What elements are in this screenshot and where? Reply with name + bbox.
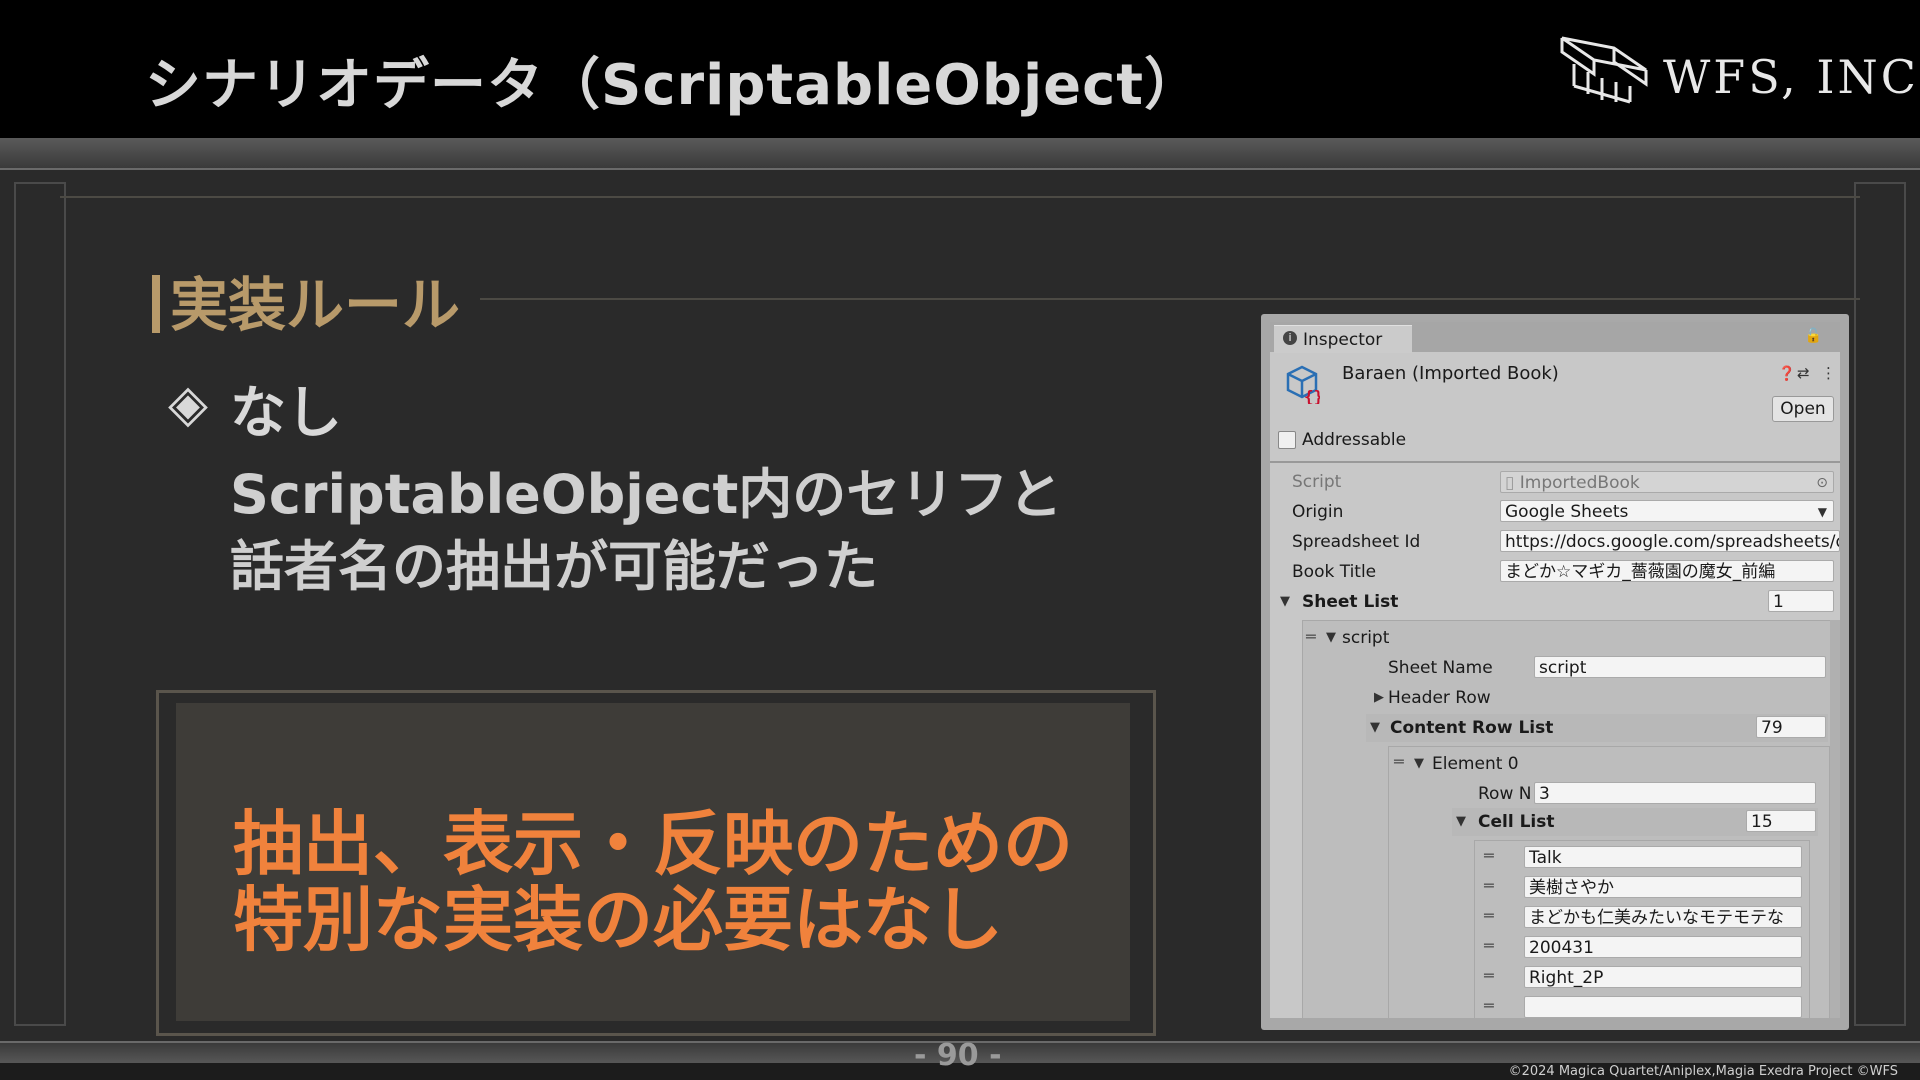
- heading-bar: [152, 275, 160, 333]
- section-heading-text: 実装ルール: [170, 271, 461, 339]
- script-field-value: ImportedBook: [1519, 473, 1640, 493]
- drag-handle-icon[interactable]: ═: [1484, 966, 1494, 985]
- content-row-list-label: Content Row List: [1390, 718, 1554, 738]
- header-row-foldout-icon[interactable]: ▶: [1374, 690, 1384, 705]
- sheet-name-input[interactable]: script: [1534, 656, 1826, 678]
- row-n-label: Row N: [1478, 784, 1532, 804]
- copyright-text: ©2024 Magica Quartet/Aniplex,Magia Exedr…: [1508, 1064, 1898, 1079]
- left-ornament-frame: [14, 182, 66, 1026]
- header-row-label: Header Row: [1388, 688, 1491, 708]
- inspector-scrollbar[interactable]: [1830, 620, 1840, 1018]
- tab-inspector[interactable]: i Inspector: [1274, 325, 1412, 353]
- cell-input[interactable]: [1524, 996, 1802, 1018]
- addressable-checkbox[interactable]: [1278, 431, 1296, 449]
- svg-text:{}: {}: [1304, 387, 1320, 404]
- drag-handle-icon[interactable]: ═: [1484, 876, 1494, 895]
- origin-dropdown[interactable]: Google Sheets ▼: [1500, 500, 1834, 522]
- cell-input[interactable]: Talk: [1524, 846, 1802, 868]
- element-label: Element 0: [1432, 754, 1519, 774]
- content-row-count[interactable]: 79: [1756, 716, 1826, 738]
- script-label: Script: [1292, 472, 1342, 492]
- sheet-list-count[interactable]: 1: [1768, 590, 1834, 612]
- help-icon[interactable]: ❓: [1778, 366, 1795, 382]
- inspector-separator: [1270, 461, 1840, 463]
- cell-input[interactable]: Right_2P: [1524, 966, 1802, 988]
- content-row-foldout-icon[interactable]: ▼: [1370, 720, 1380, 735]
- cell-list-foldout-icon[interactable]: ▼: [1456, 814, 1466, 829]
- lock-icon[interactable]: 🔓: [1805, 328, 1822, 344]
- origin-value: Google Sheets: [1505, 502, 1629, 522]
- sheet-list-label: Sheet List: [1302, 592, 1399, 612]
- script-field[interactable]: ▯ ImportedBook ⊙: [1500, 471, 1834, 493]
- open-button[interactable]: Open: [1772, 396, 1834, 422]
- sheet-name-label: Sheet Name: [1388, 658, 1493, 678]
- script-foldout-icon[interactable]: ▼: [1326, 630, 1336, 645]
- drag-handle-icon[interactable]: ═: [1484, 846, 1494, 865]
- object-picker-icon[interactable]: ⊙: [1816, 472, 1828, 492]
- slide-title: シナリオデータ（ScriptableObject）: [145, 53, 1202, 118]
- right-ornament-frame: [1854, 182, 1906, 1026]
- inspector-window: i Inspector 🔓 {} Baraen (Imported Book) …: [1270, 322, 1840, 1018]
- wfs-logo-icon: [1560, 36, 1648, 104]
- bullet-label: なし: [230, 381, 342, 446]
- scriptable-object-icon: {}: [1286, 365, 1320, 404]
- drag-handle-icon[interactable]: ═: [1484, 996, 1494, 1015]
- spreadsheet-id-input[interactable]: https://docs.google.com/spreadsheets/d: [1500, 530, 1840, 552]
- element-foldout-icon[interactable]: ▼: [1414, 756, 1424, 771]
- cell-input[interactable]: まどかも仁美みたいなモテモテな: [1524, 906, 1802, 928]
- spreadsheet-id-label: Spreadsheet Id: [1292, 532, 1421, 552]
- object-title: Baraen (Imported Book): [1342, 363, 1559, 384]
- sheet-list-foldout-icon[interactable]: ▼: [1280, 594, 1290, 609]
- cell-list-label: Cell List: [1478, 812, 1555, 832]
- body-line-2: 話者名の抽出が可能だった: [230, 535, 878, 598]
- drag-handle-icon[interactable]: ═: [1484, 906, 1494, 925]
- top-ornament-band: [0, 138, 1920, 170]
- page-number: - 90 -: [914, 1038, 1002, 1073]
- body-line-1: ScriptableObject内のセリフと: [230, 463, 1063, 526]
- ornament-line: [60, 196, 1860, 198]
- emphasis-line-2: 特別な実装の必要はなし: [233, 879, 1003, 961]
- section-heading: 実装ルール: [152, 258, 460, 342]
- cell-input[interactable]: 200431: [1524, 936, 1802, 958]
- preset-settings-icon[interactable]: ⇄: [1797, 364, 1810, 382]
- info-icon: i: [1283, 331, 1297, 345]
- book-title-label: Book Title: [1292, 562, 1377, 582]
- dropdown-arrow-icon: ▼: [1817, 505, 1827, 519]
- script-file-icon: ▯: [1505, 473, 1515, 493]
- drag-handle-icon[interactable]: ═: [1484, 936, 1494, 955]
- drag-handle-icon[interactable]: ═: [1394, 752, 1404, 771]
- origin-label: Origin: [1292, 502, 1344, 522]
- diamond-bullet-icon: ◈: [168, 374, 208, 434]
- drag-handle-icon[interactable]: ═: [1306, 627, 1316, 646]
- row-n-input[interactable]: 3: [1534, 782, 1816, 804]
- slide-header: シナリオデータ（ScriptableObject） WFS, INC.: [0, 0, 1920, 138]
- heading-rule: [480, 298, 1860, 300]
- tab-inspector-label: Inspector: [1303, 330, 1383, 350]
- more-options-icon[interactable]: ⋮: [1821, 364, 1836, 382]
- inspector-tabbar: i Inspector 🔓: [1270, 322, 1840, 353]
- company-name: WFS, INC.: [1663, 50, 1920, 104]
- book-title-input[interactable]: まどか☆マギカ_薔薇園の魔女_前編: [1500, 560, 1834, 582]
- cell-count[interactable]: 15: [1746, 810, 1816, 832]
- sheet-item-label: script: [1342, 628, 1390, 648]
- addressable-label: Addressable: [1302, 430, 1407, 450]
- cell-input[interactable]: 美樹さやか: [1524, 876, 1802, 898]
